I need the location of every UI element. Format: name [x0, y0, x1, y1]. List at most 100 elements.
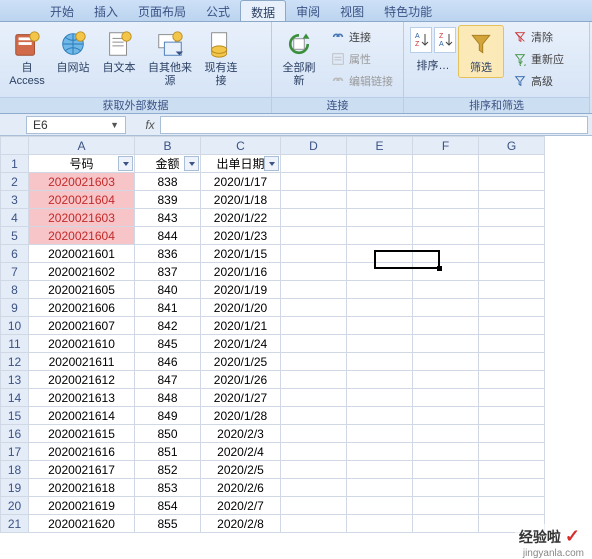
cell-amount[interactable]: 852 — [135, 461, 201, 479]
sort-button[interactable]: 排序… — [411, 55, 455, 76]
cell[interactable] — [413, 335, 479, 353]
cell-number[interactable]: 2020021603 — [29, 173, 135, 191]
cell-number[interactable]: 2020021604 — [29, 191, 135, 209]
cell[interactable] — [413, 353, 479, 371]
cell-amount[interactable]: 854 — [135, 497, 201, 515]
cell[interactable] — [479, 173, 545, 191]
cell-date[interactable]: 2020/1/19 — [201, 281, 281, 299]
tab-special[interactable]: 特色功能 — [374, 0, 442, 21]
row-header[interactable]: 11 — [1, 335, 29, 353]
row-header[interactable]: 20 — [1, 497, 29, 515]
cell-date[interactable]: 2020/2/4 — [201, 443, 281, 461]
cell-date[interactable]: 2020/1/17 — [201, 173, 281, 191]
tab-review[interactable]: 审阅 — [286, 0, 330, 21]
filter-dropdown-icon[interactable] — [118, 156, 133, 171]
row-header[interactable]: 8 — [1, 281, 29, 299]
row-header[interactable]: 17 — [1, 443, 29, 461]
cell[interactable] — [281, 443, 347, 461]
reapply-button[interactable]: 重新应 — [508, 49, 569, 69]
cell-amount[interactable]: 844 — [135, 227, 201, 245]
cell-number[interactable]: 2020021606 — [29, 299, 135, 317]
name-box-dropdown-icon[interactable]: ▼ — [110, 120, 119, 130]
cell[interactable] — [413, 407, 479, 425]
cell[interactable] — [281, 335, 347, 353]
cell[interactable] — [413, 317, 479, 335]
cell[interactable] — [479, 209, 545, 227]
from-access-button[interactable]: 自 Access — [4, 25, 50, 91]
cell[interactable] — [413, 191, 479, 209]
cell-amount[interactable]: 836 — [135, 245, 201, 263]
cell[interactable] — [479, 407, 545, 425]
row-header[interactable]: 7 — [1, 263, 29, 281]
cell[interactable] — [413, 479, 479, 497]
cell[interactable] — [479, 263, 545, 281]
cell[interactable] — [413, 227, 479, 245]
row-header[interactable]: 13 — [1, 371, 29, 389]
name-box[interactable]: E6 ▼ — [26, 116, 126, 134]
col-header-B[interactable]: B — [135, 137, 201, 155]
row-header[interactable]: 14 — [1, 389, 29, 407]
cell[interactable] — [347, 461, 413, 479]
cell[interactable] — [347, 299, 413, 317]
cell-amount[interactable]: 853 — [135, 479, 201, 497]
from-text-button[interactable]: 自文本 — [96, 25, 142, 78]
col-header-D[interactable]: D — [281, 137, 347, 155]
row-header[interactable]: 5 — [1, 227, 29, 245]
select-all-corner[interactable] — [1, 137, 29, 155]
cell-number[interactable]: 2020021610 — [29, 335, 135, 353]
col-header-G[interactable]: G — [479, 137, 545, 155]
cell-date[interactable]: 2020/1/26 — [201, 371, 281, 389]
row-header[interactable]: 2 — [1, 173, 29, 191]
cell-date[interactable]: 2020/1/28 — [201, 407, 281, 425]
cell[interactable] — [347, 227, 413, 245]
row-header[interactable]: 4 — [1, 209, 29, 227]
cell[interactable] — [281, 173, 347, 191]
filter-dropdown-icon[interactable] — [184, 156, 199, 171]
cell-number[interactable]: 2020021618 — [29, 479, 135, 497]
cell-number[interactable]: 2020021602 — [29, 263, 135, 281]
cell[interactable] — [347, 497, 413, 515]
cell-date[interactable]: 2020/1/27 — [201, 389, 281, 407]
cell[interactable] — [413, 461, 479, 479]
properties-button[interactable]: 属性 — [326, 49, 398, 69]
cell[interactable] — [413, 515, 479, 533]
existing-connections-button[interactable]: 现有连接 — [198, 25, 244, 91]
cell[interactable] — [347, 479, 413, 497]
cell[interactable] — [479, 245, 545, 263]
cell[interactable] — [413, 155, 479, 173]
formula-input[interactable] — [160, 116, 588, 134]
cell-amount[interactable]: 849 — [135, 407, 201, 425]
row-header[interactable]: 3 — [1, 191, 29, 209]
cell-date[interactable]: 2020/1/24 — [201, 335, 281, 353]
cell-number[interactable]: 2020021605 — [29, 281, 135, 299]
cell[interactable] — [347, 443, 413, 461]
cell-number[interactable]: 2020021611 — [29, 353, 135, 371]
cell-date[interactable]: 2020/1/18 — [201, 191, 281, 209]
cell-amount[interactable]: 846 — [135, 353, 201, 371]
cell-number[interactable]: 2020021615 — [29, 425, 135, 443]
cell[interactable] — [479, 299, 545, 317]
cell[interactable] — [347, 155, 413, 173]
cell-amount[interactable]: 840 — [135, 281, 201, 299]
cell-amount[interactable]: 855 — [135, 515, 201, 533]
connections-button[interactable]: 连接 — [326, 27, 398, 47]
cell-date[interactable]: 2020/2/5 — [201, 461, 281, 479]
cell[interactable] — [413, 389, 479, 407]
cell-number[interactable]: 2020021601 — [29, 245, 135, 263]
cell[interactable] — [281, 191, 347, 209]
cell[interactable] — [479, 371, 545, 389]
cell[interactable] — [281, 389, 347, 407]
cell-number[interactable]: 2020021604 — [29, 227, 135, 245]
cell[interactable] — [281, 155, 347, 173]
cell-number[interactable]: 2020021617 — [29, 461, 135, 479]
cell-number[interactable]: 2020021614 — [29, 407, 135, 425]
cell[interactable] — [281, 407, 347, 425]
cell[interactable] — [479, 335, 545, 353]
cell[interactable] — [479, 443, 545, 461]
refresh-all-button[interactable]: 全部刷新 — [276, 25, 322, 91]
sort-asc-button[interactable]: AZ — [410, 27, 432, 53]
cell[interactable] — [347, 389, 413, 407]
cell[interactable] — [281, 299, 347, 317]
cell-date[interactable]: 2020/2/3 — [201, 425, 281, 443]
cell-date[interactable]: 2020/1/21 — [201, 317, 281, 335]
